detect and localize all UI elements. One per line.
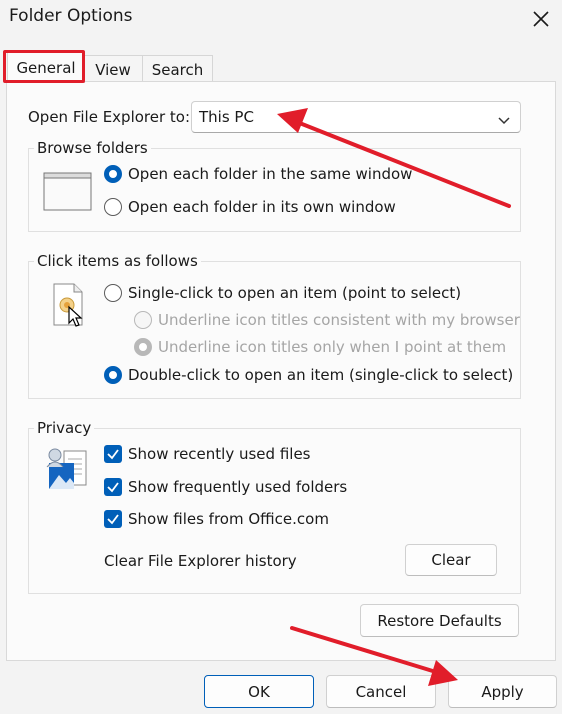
radio-underline-browser-label: Underline icon titles consistent with my… [158, 311, 520, 329]
radio-same-window-label: Open each folder in the same window [128, 165, 413, 183]
browse-folders-title: Browse folders [34, 139, 151, 157]
tab-view-label: View [95, 60, 131, 79]
checkbox-frequent-folders-label: Show frequently used folders [128, 478, 348, 496]
radio-own-window-label: Open each folder in its own window [128, 198, 396, 216]
radio-single-click-label: Single-click to open an item (point to s… [128, 284, 462, 302]
tab-view[interactable]: View [83, 55, 143, 83]
cancel-button[interactable]: Cancel [326, 675, 436, 708]
open-explorer-value: This PC [199, 108, 254, 126]
window-icon [43, 172, 93, 216]
checkbox-office-files-label: Show files from Office.com [128, 510, 329, 528]
radio-underline-point-label: Underline icon titles only when I point … [158, 338, 507, 356]
tab-general-label: General [16, 58, 76, 77]
checkbox-frequent-folders-control[interactable] [104, 478, 122, 496]
tab-general[interactable]: General [7, 51, 85, 83]
checkbox-office-files-control[interactable] [104, 510, 122, 528]
radio-own-window-control[interactable] [104, 198, 122, 216]
click-items-title: Click items as follows [34, 252, 201, 270]
open-explorer-label: Open File Explorer to: [28, 108, 191, 126]
clear-button[interactable]: Clear [405, 544, 497, 576]
radio-double-click-control[interactable] [104, 366, 122, 384]
radio-single-click-control[interactable] [104, 284, 122, 302]
tab-search-label: Search [151, 60, 204, 79]
chevron-down-icon [497, 112, 511, 130]
checkbox-recent-files-label: Show recently used files [128, 445, 311, 463]
close-icon[interactable] [528, 6, 554, 32]
privacy-title: Privacy [34, 419, 95, 437]
radio-double-click-label: Double-click to open an item (single-cli… [128, 366, 514, 384]
radio-same-window[interactable]: Open each folder in the same window [104, 165, 412, 183]
radio-single-click[interactable]: Single-click to open an item (point to s… [104, 284, 461, 302]
clear-history-label: Clear File Explorer history [104, 552, 297, 570]
restore-defaults-button[interactable]: Restore Defaults [360, 604, 519, 637]
radio-underline-point[interactable]: Underline icon titles only when I point … [134, 338, 506, 356]
radio-double-click[interactable]: Double-click to open an item (single-cli… [104, 366, 513, 384]
apply-button[interactable]: Apply [448, 675, 557, 708]
radio-underline-point-control[interactable] [134, 338, 152, 356]
checkbox-office-files[interactable]: Show files from Office.com [104, 510, 329, 528]
checkbox-frequent-folders[interactable]: Show frequently used folders [104, 478, 347, 496]
radio-underline-browser[interactable]: Underline icon titles consistent with my… [134, 311, 520, 329]
privacy-icon [44, 445, 90, 495]
radio-own-window[interactable]: Open each folder in its own window [104, 198, 396, 216]
radio-underline-browser-control[interactable] [134, 311, 152, 329]
click-document-icon [52, 283, 86, 333]
window-title: Folder Options [9, 6, 133, 26]
checkbox-recent-files[interactable]: Show recently used files [104, 445, 310, 463]
tab-search[interactable]: Search [142, 55, 213, 83]
ok-button[interactable]: OK [204, 675, 314, 708]
checkbox-recent-files-control[interactable] [104, 445, 122, 463]
browse-folders-group [28, 148, 521, 232]
open-explorer-select[interactable]: This PC [191, 101, 521, 133]
radio-same-window-control[interactable] [104, 165, 122, 183]
